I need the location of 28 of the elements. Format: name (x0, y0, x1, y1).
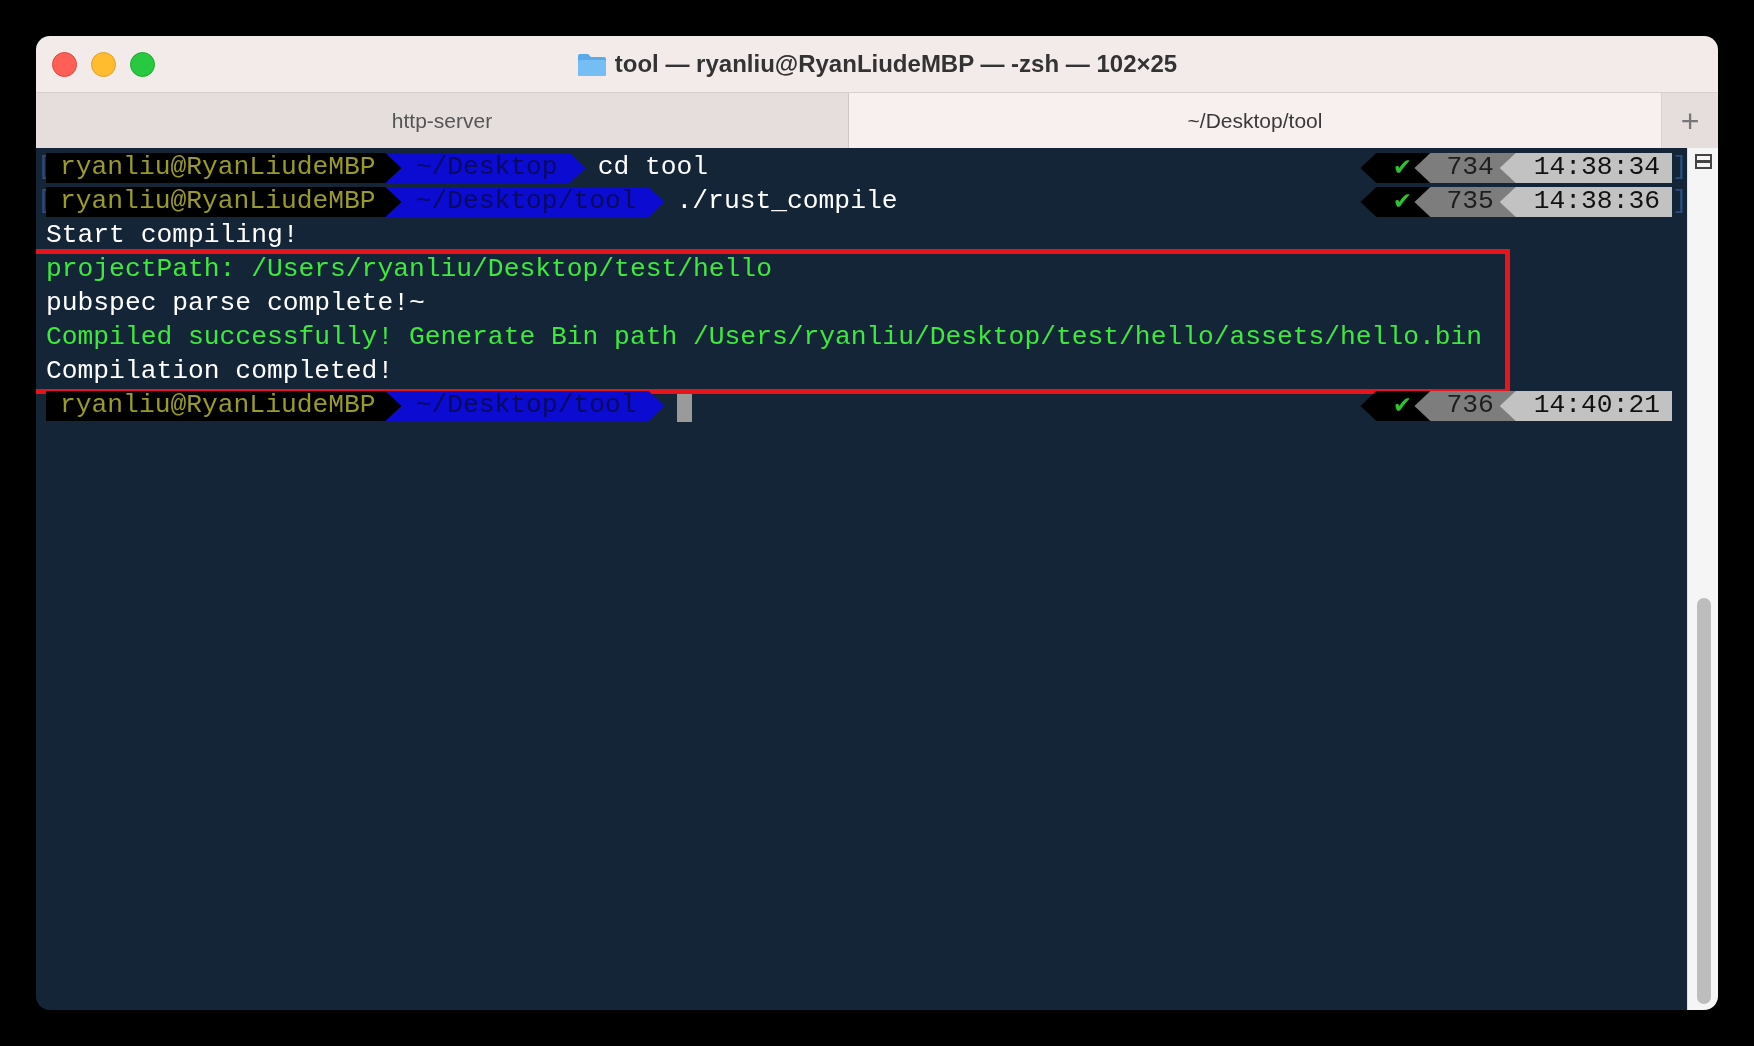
tab[interactable]: http-server (36, 93, 849, 148)
bracket: ] (1672, 151, 1681, 185)
prompt-path-segment: ~/Desktop (385, 153, 586, 183)
time-segment: 14:40:21 (1499, 391, 1672, 421)
zoom-button[interactable] (130, 52, 155, 77)
command-text: cd tool (597, 151, 709, 185)
output-text: Compilation completed! (46, 355, 394, 389)
output-text: pubspec parse complete!~ (46, 287, 425, 321)
time-segment: 14:38:36 (1499, 187, 1672, 217)
prompt-user-segment: ryanliu@RyanLiudeMBP (46, 187, 402, 217)
command-text: ./rust_compile (676, 185, 898, 219)
folder-icon (576, 51, 607, 77)
close-button[interactable] (52, 52, 77, 77)
split-pane-icon[interactable] (1695, 154, 1712, 169)
prompt-user-segment: ryanliu@RyanLiudeMBP (46, 153, 402, 183)
prompt-path-segment: ~/Desktop/tool (385, 391, 665, 421)
bracket: ] (1672, 185, 1681, 219)
window-title: tool — ryanliu@RyanLiudeMBP — -zsh — 102×25 (614, 49, 1178, 79)
output-text: Start compiling! (46, 219, 299, 253)
prompt-path-segment: ~/Desktop/tool (385, 187, 665, 217)
output-text: projectPath: /Users/ryanliu/Desktop/test/hello (46, 253, 772, 287)
new-tab-button[interactable]: + (1662, 93, 1718, 148)
prompt-user-segment: ryanliu@RyanLiudeMBP (46, 391, 402, 421)
tab[interactable]: ~/Desktop/tool (849, 93, 1662, 148)
time-segment: 14:38:34 (1499, 153, 1672, 183)
scrollbar-thumb[interactable] (1697, 598, 1711, 1004)
minimize-button[interactable] (91, 52, 116, 77)
output-text: Compiled successfully! Generate Bin path /Users/ryanliu/Desktop/test/hello/assets/hello.bin (46, 321, 1483, 355)
